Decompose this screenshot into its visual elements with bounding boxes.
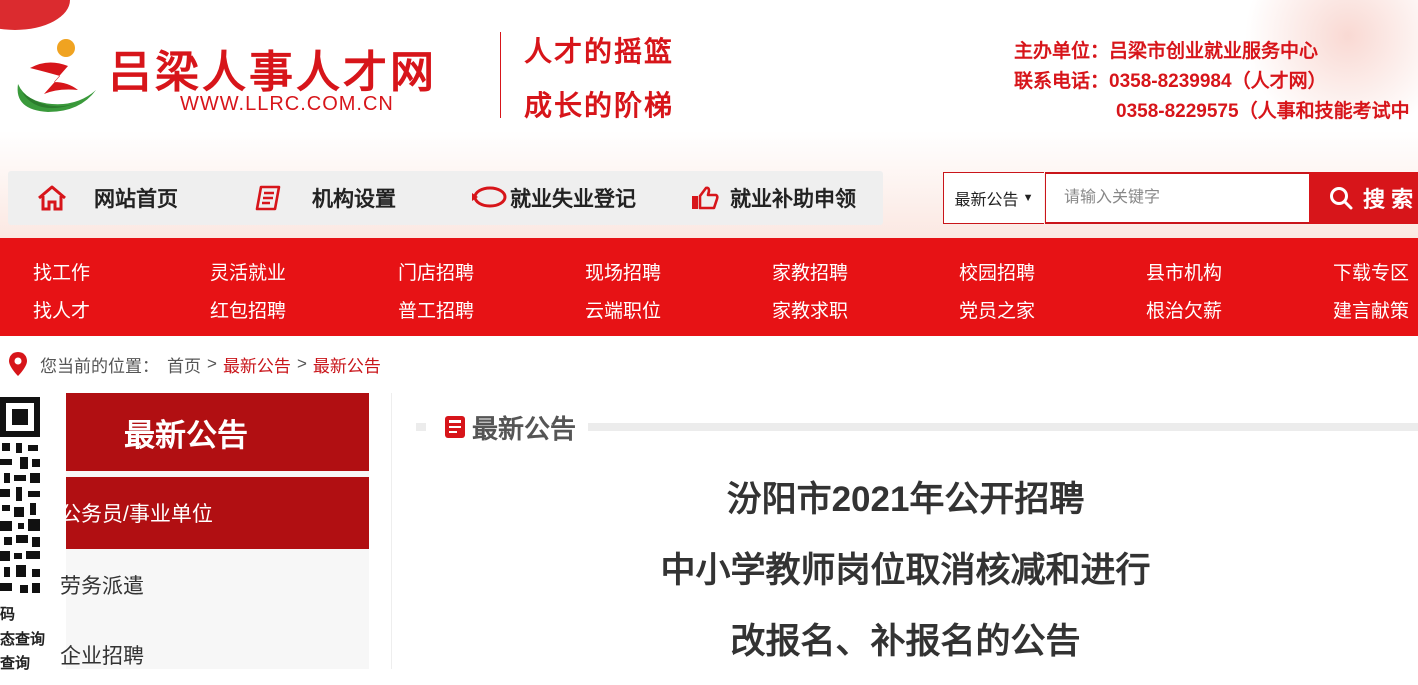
section-title-text: 最新公告 xyxy=(472,413,577,444)
nav-onsite-recruitment[interactable]: 现场招聘 xyxy=(585,258,661,285)
nav-home-label: 网站首页 xyxy=(94,188,178,211)
breadcrumb-level-1[interactable]: 最新公告 xyxy=(223,352,291,377)
nav-downloads[interactable]: 下载专区 xyxy=(1333,258,1409,285)
qr-code-image xyxy=(0,397,40,593)
home-icon xyxy=(38,185,66,211)
search-icon xyxy=(1330,187,1353,210)
nav-suggestions[interactable]: 建言献策 xyxy=(1333,296,1409,323)
nav-tutor-recruitment[interactable]: 家教招聘 xyxy=(772,258,848,285)
breadcrumb-level-2[interactable]: 最新公告 xyxy=(313,352,381,377)
nav-organization-label: 机构设置 xyxy=(312,188,396,211)
nav-find-job[interactable]: 找工作 xyxy=(33,258,90,285)
sidebar-item-civil-servant[interactable]: 公务员/事业单位 xyxy=(60,477,369,549)
nav-subsidy-application[interactable]: 就业补助申领 xyxy=(690,171,856,225)
sidebar-heading: 最新公告 xyxy=(66,393,369,471)
search-input[interactable] xyxy=(1045,172,1328,224)
search-bar: 最新公告 ▼ 搜 索 xyxy=(943,172,1418,224)
search-button[interactable]: 搜 索 xyxy=(1309,172,1418,224)
breadcrumb-separator: > xyxy=(296,354,307,373)
nav-store-recruitment[interactable]: 门店招聘 xyxy=(398,258,474,285)
nav-red-packet-recruitment[interactable]: 红包招聘 xyxy=(210,296,286,323)
host-organization: 主办单位：吕梁市创业就业服务中心 xyxy=(1014,41,1319,62)
nav-home[interactable]: 网站首页 xyxy=(36,171,178,225)
site-url: WWW.LLRC.COM.CN xyxy=(180,93,394,115)
thumb-up-icon xyxy=(692,186,719,210)
contact-phone-1: 联系电话：0358-8239984（人才网） xyxy=(1014,71,1327,92)
search-category-select[interactable]: 最新公告 ▼ xyxy=(943,172,1044,224)
article-title-line-2: 中小学教师岗位取消核减和进行 xyxy=(660,551,1151,590)
breadcrumb-separator: > xyxy=(207,354,217,373)
search-category-value: 最新公告 xyxy=(954,192,1019,209)
chat-icon xyxy=(472,186,507,208)
slogan-line-2: 成长的阶梯 xyxy=(524,91,675,122)
site-logo-icon[interactable] xyxy=(8,32,100,118)
sidebar-item-enterprise-recruitment[interactable]: 企业招聘 xyxy=(60,625,369,685)
breadcrumb-home[interactable]: 首页 xyxy=(167,352,201,377)
site-title[interactable]: 吕梁人事人才网 xyxy=(108,36,437,100)
header-decoration xyxy=(0,0,70,30)
nav-unemployment-registration-label: 就业失业登记 xyxy=(510,188,636,211)
qr-caption-line-3: 查询 xyxy=(0,655,31,672)
breadcrumb: 您当前的位置： 首页 > 最新公告 > 最新公告 xyxy=(0,344,1418,384)
nav-campus-recruitment[interactable]: 校园招聘 xyxy=(959,258,1035,285)
article-title-line-1: 汾阳市2021年公开招聘 xyxy=(726,480,1085,519)
qr-caption-line-2: 态查询 xyxy=(0,631,46,648)
nav-party-member-home[interactable]: 党员之家 xyxy=(959,296,1035,323)
nav-wage-arrears[interactable]: 根治欠薪 xyxy=(1146,296,1222,323)
location-pin-icon xyxy=(9,352,27,376)
sidebar-item-labor-dispatch[interactable]: 劳务派遣 xyxy=(60,555,369,615)
top-nav: 网站首页 机构设置 就业失业登记 就业补助申领 xyxy=(8,171,883,225)
document-icon xyxy=(255,185,281,211)
nav-general-worker-recruitment[interactable]: 普工招聘 xyxy=(398,296,474,323)
article-title-line-3: 改报名、补报名的公告 xyxy=(730,622,1081,661)
slogan-line-1: 人才的摇篮 xyxy=(524,37,675,68)
qr-caption-line-1: 码 xyxy=(0,606,16,623)
nav-find-talent[interactable]: 找人才 xyxy=(33,296,90,323)
nav-organization[interactable]: 机构设置 xyxy=(254,171,396,225)
search-button-label: 搜 索 xyxy=(1363,187,1414,212)
nav-subsidy-application-label: 就业补助申领 xyxy=(730,188,856,211)
notice-book-icon xyxy=(445,416,465,438)
contact-phone-2: 0358-8229575（人事和技能考试中 xyxy=(1116,101,1410,122)
nav-cloud-positions[interactable]: 云端职位 xyxy=(585,296,661,323)
chevron-down-icon: ▼ xyxy=(1022,192,1034,204)
main-category-nav: 找工作 灵活就业 门店招聘 现场招聘 家教招聘 校园招聘 县市机构 下载专区 找… xyxy=(0,238,1418,336)
logo-divider xyxy=(500,32,501,118)
nav-unemployment-registration[interactable]: 就业失业登记 xyxy=(468,171,636,225)
nav-county-institutions[interactable]: 县市机构 xyxy=(1146,258,1222,285)
main-content: 最新公告 汾阳市2021年公开招聘 中小学教师岗位取消核减和进行 改报名、补报名… xyxy=(391,393,1418,669)
breadcrumb-label: 您当前的位置： xyxy=(40,356,159,376)
nav-tutor-job-seeking[interactable]: 家教求职 xyxy=(772,296,848,323)
nav-flexible-employment[interactable]: 灵活就业 xyxy=(210,258,286,285)
sidebar-item-label: 公务员/事业单位 xyxy=(60,503,213,526)
sidebar: 最新公告 公务员/事业单位 劳务派遣 企业招聘 xyxy=(60,393,369,669)
sidebar-item-label: 劳务派遣 xyxy=(60,575,144,598)
site-header: 吕梁人事人才网 WWW.LLRC.COM.CN 人才的摇篮 成长的阶梯 主办单位… xyxy=(0,0,1418,238)
sidebar-item-label: 企业招聘 xyxy=(60,645,144,668)
section-title: 最新公告 xyxy=(426,407,589,447)
